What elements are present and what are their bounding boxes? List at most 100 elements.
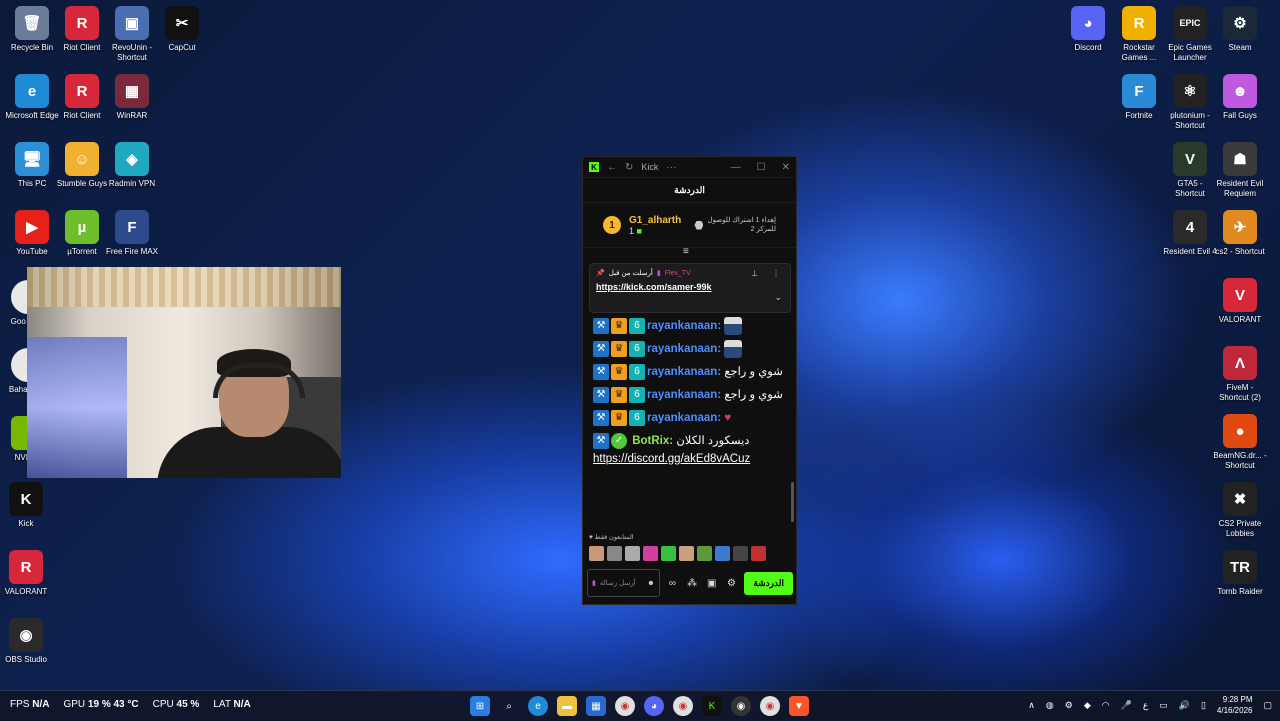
more-icon[interactable]: ··· bbox=[666, 162, 676, 173]
desktop-icon[interactable]: ◉ OBS Studio bbox=[0, 618, 54, 665]
chat-input[interactable]: ▮ أرسل رسالة ☻ bbox=[587, 569, 660, 597]
maximize-button[interactable]: ☐ bbox=[757, 162, 766, 173]
desktop-icon[interactable]: R VALORANT bbox=[0, 550, 54, 597]
app-icon: ● bbox=[1223, 414, 1257, 448]
system-tray: ∧ ◍ ⚙ ◆ ◠ 🎤 ع ▭ 🔊 ▯ 9:28 PM 4/16/2026 ▢ bbox=[1028, 694, 1272, 716]
crown-badge-icon: ♛ bbox=[611, 341, 627, 358]
kick-icon[interactable]: K bbox=[702, 696, 722, 716]
chat-username[interactable]: rayankanaan bbox=[647, 343, 717, 355]
edge-icon[interactable]: e bbox=[528, 696, 548, 716]
chrome-icon[interactable]: ◉ bbox=[673, 696, 693, 716]
share-icon[interactable]: ⁂ bbox=[685, 578, 699, 589]
emote-icon[interactable] bbox=[715, 546, 730, 561]
language-indicator[interactable]: ع bbox=[1143, 700, 1148, 711]
chat-header: الدردشة bbox=[583, 178, 796, 203]
microphone-icon[interactable]: 🎤 bbox=[1121, 700, 1132, 711]
reload-icon[interactable]: ↻ bbox=[625, 162, 633, 173]
emote-icon[interactable] bbox=[625, 546, 640, 561]
unpin-icon[interactable]: ⊥ bbox=[751, 269, 758, 278]
chat-link[interactable]: https://discord.gg/akEd8vACuz bbox=[593, 453, 750, 465]
chat-username[interactable]: rayankanaan bbox=[647, 389, 717, 401]
nvidia-tray-icon[interactable]: ◆ bbox=[1084, 700, 1091, 711]
file-explorer-icon[interactable]: ▬ bbox=[557, 696, 577, 716]
desktop-icon[interactable]: ▣ RevoUnin - Shortcut bbox=[104, 6, 160, 63]
brave-icon[interactable]: ▼ bbox=[789, 696, 809, 716]
chrome-icon[interactable]: ◉ bbox=[615, 696, 635, 716]
settings-icon[interactable]: ⚙ bbox=[725, 578, 739, 589]
desktop-icon[interactable]: ◕ Discord bbox=[1060, 6, 1116, 53]
desktop-icon[interactable]: µ µTorrent bbox=[54, 210, 110, 257]
desktop-icon[interactable]: R Riot Client bbox=[54, 6, 110, 53]
desktop-icon[interactable]: R Rockstar Games ... bbox=[1111, 6, 1167, 63]
emote-image bbox=[724, 317, 743, 335]
emote-icon[interactable] bbox=[643, 546, 658, 561]
tray-app-icon[interactable]: ◍ bbox=[1046, 700, 1054, 711]
notification-icon[interactable]: ▢ bbox=[1263, 700, 1272, 711]
pinned-message[interactable]: 📌 أرسلت من قبل ▮ Flex_TV ⊥ ⋮ https://kic… bbox=[589, 263, 791, 313]
close-button[interactable]: ✕ bbox=[782, 162, 790, 173]
emote-icon[interactable] bbox=[733, 546, 748, 561]
desktop-icon[interactable]: K Kick bbox=[0, 482, 54, 529]
desktop-icon[interactable]: TR Tomb Raider bbox=[1212, 550, 1268, 597]
emote-icon[interactable] bbox=[661, 546, 676, 561]
search-icon[interactable]: ⌕ bbox=[499, 696, 519, 716]
chat-text: ديسكورد الكلان bbox=[676, 435, 750, 448]
clock[interactable]: 9:28 PM 4/16/2026 bbox=[1217, 694, 1253, 716]
back-icon[interactable]: ← bbox=[607, 162, 617, 173]
collapse-lines-icon[interactable]: ≡ bbox=[683, 246, 689, 257]
chat-username[interactable]: rayankanaan bbox=[647, 412, 717, 424]
steam-tray-icon[interactable]: ⚙ bbox=[1065, 700, 1073, 711]
desktop-icon[interactable]: ☗ Resident Evil Requiem bbox=[1212, 142, 1268, 199]
emote-icon[interactable] bbox=[679, 546, 694, 561]
chat-username[interactable]: rayankanaan bbox=[647, 366, 717, 378]
store-icon[interactable]: ▦ bbox=[586, 696, 606, 716]
desktop-icon[interactable]: 🗑 Recycle Bin bbox=[4, 6, 60, 53]
desktop-icon[interactable]: 4 Resident Evil 4 bbox=[1162, 210, 1218, 257]
emote-icon[interactable] bbox=[607, 546, 622, 561]
chat-scrollbar[interactable] bbox=[791, 482, 794, 522]
gift-leaderboard[interactable]: 1 G1_alharth 1 ■ إهداء 1 اشتراك للوصول 2… bbox=[583, 203, 796, 248]
desktop-icon[interactable]: ● BeamNG.dr... - Shortcut bbox=[1212, 414, 1268, 471]
emote-icon[interactable] bbox=[751, 546, 766, 561]
desktop-icon[interactable]: ▦ WinRAR bbox=[104, 74, 160, 121]
desktop-icon[interactable]: ✂ CapCut bbox=[154, 6, 210, 53]
desktop-icon[interactable]: ▶ YouTube bbox=[4, 210, 60, 257]
emoji-icon[interactable]: ☻ bbox=[647, 580, 654, 587]
chat-username[interactable]: BotRix bbox=[632, 435, 669, 447]
desktop-icon[interactable]: F Free Fire MAX bbox=[104, 210, 160, 257]
desktop-icon[interactable]: ☻ Fall Guys bbox=[1212, 74, 1268, 121]
desktop-icon[interactable]: EPIC Epic Games Launcher bbox=[1162, 6, 1218, 63]
desktop-icon[interactable]: V GTA5 - Shortcut bbox=[1162, 142, 1218, 199]
emote-icon[interactable] bbox=[589, 546, 604, 561]
obs-icon[interactable]: ◉ bbox=[731, 696, 751, 716]
emote-icon[interactable] bbox=[697, 546, 712, 561]
desktop-icon[interactable]: F Fortnite bbox=[1111, 74, 1167, 121]
desktop-icon[interactable]: R Riot Client bbox=[54, 74, 110, 121]
chrome-icon[interactable]: ◉ bbox=[760, 696, 780, 716]
desktop-icon[interactable]: ✈ cs2 - Shortcut bbox=[1212, 210, 1268, 257]
desktop-icon[interactable]: V VALORANT bbox=[1212, 278, 1268, 325]
discord-icon[interactable]: ◕ bbox=[644, 696, 664, 716]
desktop-icon[interactable]: ◈ Radmin VPN bbox=[104, 142, 160, 189]
chevron-down-icon[interactable]: ⌄ bbox=[774, 292, 782, 303]
pinned-link[interactable]: https://kick.com/samer-99k bbox=[590, 277, 790, 297]
desktop-icon[interactable]: e Microsoft Edge bbox=[4, 74, 60, 121]
desktop-icon[interactable]: ☺ Stumble Guys bbox=[54, 142, 110, 189]
gift-box-icon[interactable]: ▣ bbox=[705, 578, 719, 589]
start-icon[interactable]: ⊞ bbox=[470, 696, 490, 716]
infinity-icon[interactable]: ∞ bbox=[666, 578, 680, 589]
desktop-icon[interactable]: Λ FiveM - Shortcut (2) bbox=[1212, 346, 1268, 403]
desktop-icon[interactable]: ⚛ plutonium - Shortcut bbox=[1162, 74, 1218, 131]
wifi-icon[interactable]: ◠ bbox=[1102, 700, 1110, 711]
minimize-button[interactable]: — bbox=[731, 162, 741, 173]
battery-icon[interactable]: ▯ bbox=[1201, 700, 1206, 711]
network-icon[interactable]: ▭ bbox=[1159, 700, 1168, 711]
chat-username[interactable]: rayankanaan bbox=[647, 320, 717, 332]
desktop-icon[interactable]: ✖ CS2 Private Lobbies bbox=[1212, 482, 1268, 539]
chevron-up-icon[interactable]: ∧ bbox=[1028, 700, 1035, 711]
desktop-icon[interactable]: ⚙ Steam bbox=[1212, 6, 1268, 53]
send-chat-button[interactable]: الدردشة bbox=[744, 571, 793, 595]
pinned-more-icon[interactable]: ⋮ bbox=[772, 269, 780, 278]
desktop-icon[interactable]: 🖥 This PC bbox=[4, 142, 60, 189]
volume-icon[interactable]: 🔊 bbox=[1179, 700, 1190, 711]
